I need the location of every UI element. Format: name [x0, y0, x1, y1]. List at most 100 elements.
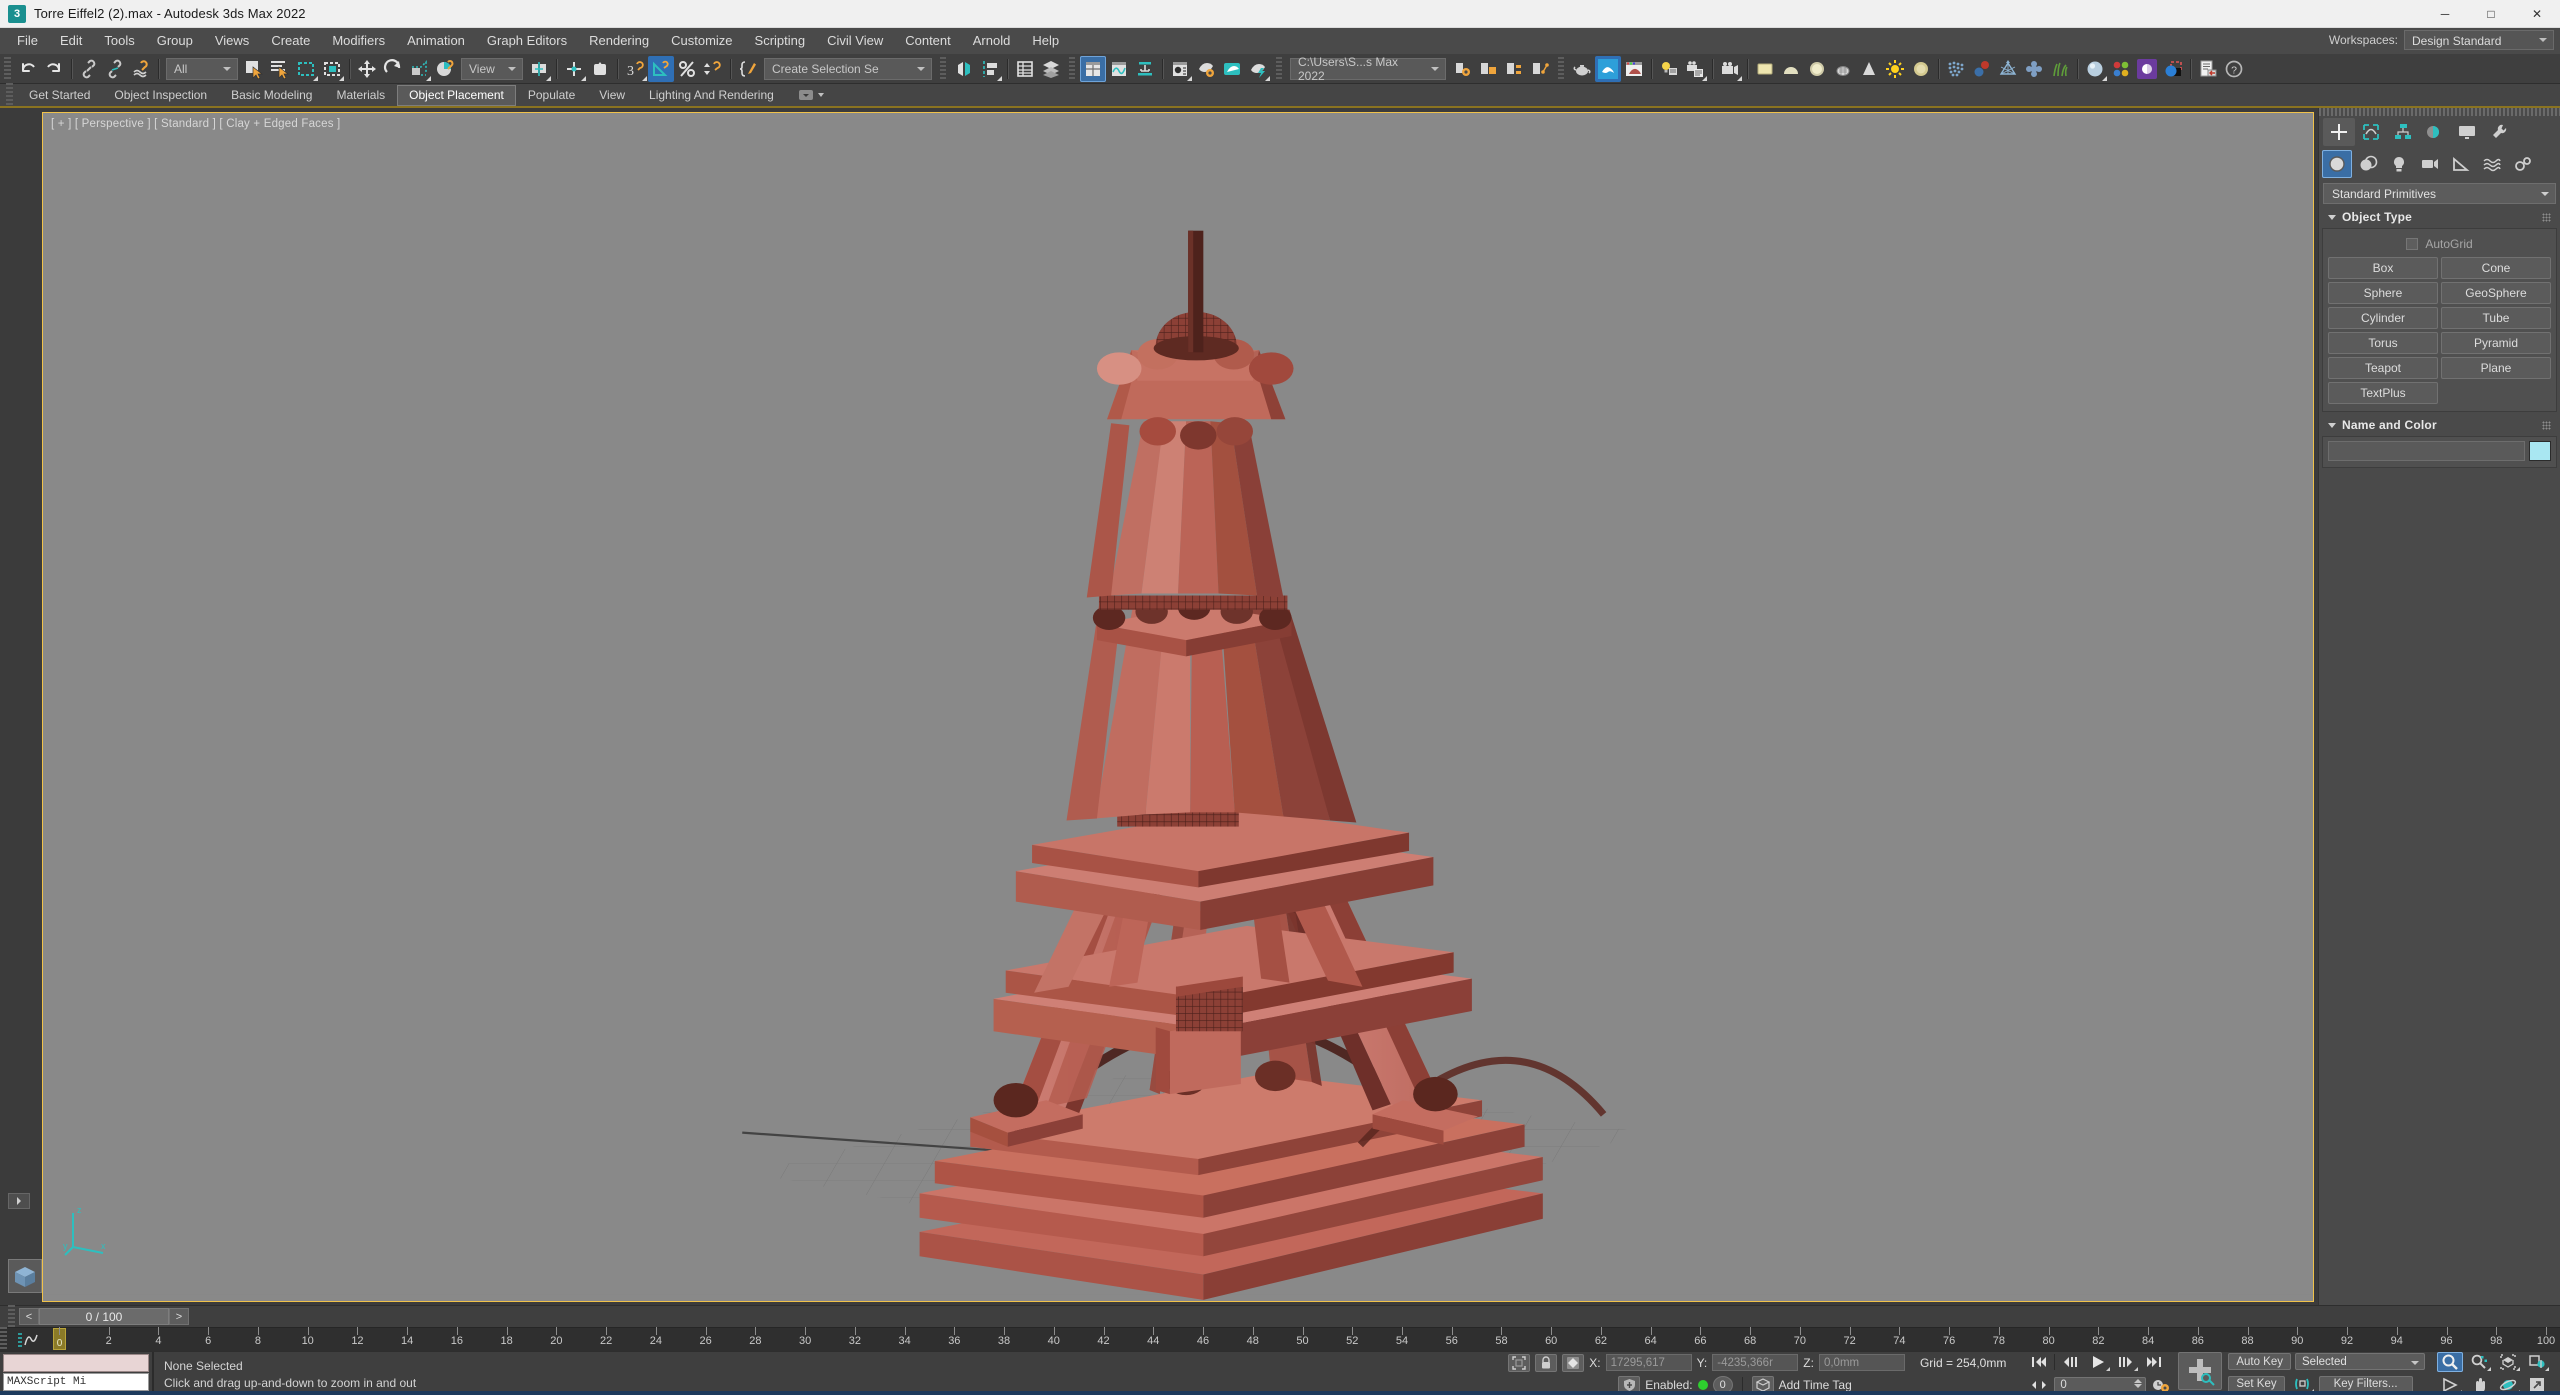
minimize-button[interactable]: ─ — [2422, 0, 2468, 28]
menu-graph-editors[interactable]: Graph Editors — [476, 29, 578, 53]
command-tab-utilities[interactable] — [2483, 118, 2515, 146]
add-time-tag-button[interactable]: Add Time Tag — [1779, 1378, 1852, 1392]
massfx-icon[interactable] — [1969, 56, 1995, 82]
ribbon-tab-materials[interactable]: Materials — [324, 85, 397, 106]
set-key-button[interactable]: Set Key — [2228, 1375, 2285, 1393]
menu-group[interactable]: Group — [146, 29, 204, 53]
coord-z-field[interactable]: 0,0mm — [1818, 1354, 1905, 1371]
maxscript-input-pane[interactable]: MAXScript Mi — [3, 1373, 149, 1391]
toggle-scene-explorer-icon[interactable] — [1080, 55, 1106, 82]
menu-civil-view[interactable]: Civil View — [816, 29, 894, 53]
object-color-swatch[interactable] — [2529, 441, 2551, 461]
render-setup-icon[interactable] — [1193, 56, 1219, 82]
particle-flow-icon[interactable] — [1943, 56, 1969, 82]
previous-frame-icon[interactable] — [2057, 1352, 2083, 1372]
go-to-start-icon[interactable] — [2026, 1352, 2052, 1372]
ribbon-tab-object-inspection[interactable]: Object Inspection — [102, 85, 219, 106]
auto-key-button[interactable]: Auto Key — [2228, 1353, 2291, 1370]
next-frame-button[interactable]: > — [169, 1308, 189, 1325]
coord-y-field[interactable]: -4235,366r — [1712, 1354, 1799, 1371]
open-project-folder-icon[interactable] — [1475, 56, 1501, 82]
command-tab-hierarchy[interactable] — [2387, 118, 2419, 146]
material-slot-cone-icon[interactable] — [1856, 56, 1882, 82]
create-shapes-button[interactable] — [2353, 150, 2383, 178]
selection-filter-dropdown[interactable]: All — [166, 57, 238, 80]
menu-animation[interactable]: Animation — [396, 29, 476, 53]
render-to-texture-icon[interactable] — [1621, 56, 1647, 82]
material-sphere-preview-icon[interactable] — [2082, 56, 2108, 82]
menu-customize[interactable]: Customize — [660, 29, 743, 53]
object-type-rollout-header[interactable]: Object Type — [2322, 208, 2557, 226]
zoom-all-icon[interactable] — [2466, 1352, 2492, 1372]
create-cameras-button[interactable] — [2415, 150, 2445, 178]
spinner-snap-toggle-icon[interactable] — [700, 56, 726, 82]
command-tab-display[interactable] — [2451, 118, 2483, 146]
menu-tools[interactable]: Tools — [93, 29, 145, 53]
command-tab-modify[interactable] — [2355, 118, 2387, 146]
create-helpers-button[interactable] — [2446, 150, 2476, 178]
material-slot-sphere-icon[interactable] — [1804, 56, 1830, 82]
material-editor-icon[interactable] — [1167, 56, 1193, 82]
object-category-dropdown[interactable]: Standard Primitives — [2323, 183, 2556, 204]
maxscript-output-pane[interactable] — [3, 1354, 149, 1372]
select-and-place-icon[interactable] — [432, 56, 458, 82]
project-folder-dropdown[interactable]: C:\Users\S...s Max 2022 — [1290, 55, 1446, 83]
scene-explorer-icon[interactable] — [1038, 56, 1064, 82]
sun-positioner-icon[interactable] — [1882, 56, 1908, 82]
create-torus-button[interactable]: Torus — [2328, 332, 2438, 354]
named-selection-sets-dropdown[interactable]: Create Selection Se — [764, 57, 932, 80]
layer-explorer-icon[interactable] — [1012, 56, 1038, 82]
menu-modifiers[interactable]: Modifiers — [321, 29, 396, 53]
coord-x-field[interactable]: 17295,617 — [1605, 1354, 1692, 1371]
open-explorer-settings-icon[interactable] — [1449, 56, 1475, 82]
viewport-label[interactable]: [ + ] [ Perspective ] [ Standard ] [ Cla… — [51, 118, 340, 130]
create-cone-button[interactable]: Cone — [2441, 257, 2551, 279]
command-tab-motion[interactable] — [2419, 118, 2451, 146]
align-icon[interactable] — [977, 56, 1003, 82]
timeline-ruler[interactable]: 0 2 4 6 8 10 12 14 16 18 20 22 24 26 28 30 32 34 36 38 40 42… — [45, 1327, 2560, 1351]
create-cylinder-button[interactable]: Cylinder — [2328, 307, 2438, 329]
rectangular-selection-region-icon[interactable] — [293, 56, 319, 82]
time-slider-grip[interactable] — [8, 1304, 15, 1329]
mirror-icon[interactable] — [951, 56, 977, 82]
zoom-extents-icon[interactable] — [2495, 1352, 2521, 1372]
create-space-warps-button[interactable] — [2477, 150, 2507, 178]
viewport-expand-button[interactable] — [8, 1193, 30, 1209]
key-filters-button[interactable]: Key Filters... — [2318, 1375, 2413, 1393]
select-and-link-icon[interactable] — [76, 56, 102, 82]
current-frame-display[interactable]: 0 / 100 — [39, 1308, 169, 1325]
create-box-button[interactable]: Box — [2328, 257, 2438, 279]
create-lights-button[interactable] — [2384, 150, 2414, 178]
play-animation-icon[interactable] — [2085, 1352, 2111, 1372]
select-and-move-icon[interactable] — [354, 56, 380, 82]
create-camera-from-view-icon[interactable] — [1717, 56, 1743, 82]
percent-snap-toggle-icon[interactable] — [674, 56, 700, 82]
go-to-end-icon[interactable] — [2141, 1352, 2167, 1372]
ribbon-tab-get-started[interactable]: Get Started — [17, 85, 102, 106]
command-tab-create[interactable] — [2323, 118, 2355, 146]
set-key-big-button[interactable] — [2178, 1352, 2223, 1390]
previous-frame-button[interactable]: < — [19, 1308, 39, 1325]
create-geosphere-button[interactable]: GeoSphere — [2441, 282, 2551, 304]
perspective-viewport[interactable]: [ + ] [ Perspective ] [ Standard ] [ Cla… — [42, 112, 2314, 1302]
bind-to-space-warp-icon[interactable] — [128, 56, 154, 82]
selection-lock-toggle-icon[interactable] — [1535, 1353, 1558, 1372]
maximize-button[interactable]: □ — [2468, 0, 2514, 28]
select-and-manipulate-icon[interactable] — [561, 56, 587, 82]
ribbon-tab-lighting-and-rendering[interactable]: Lighting And Rendering — [637, 85, 786, 106]
help-icon[interactable]: ? — [2221, 56, 2247, 82]
object-name-input[interactable] — [2328, 441, 2525, 461]
unlink-selection-icon[interactable] — [102, 56, 128, 82]
scene-report-icon[interactable] — [2195, 56, 2221, 82]
key-mode-dropdown[interactable]: Selected — [2295, 1353, 2425, 1370]
asset-tracking-icon[interactable] — [1501, 56, 1527, 82]
schematic-view-icon[interactable] — [1132, 56, 1158, 82]
material-slot-plane-icon[interactable] — [1752, 56, 1778, 82]
ribbon-grip[interactable] — [6, 83, 13, 107]
render-production-icon[interactable] — [1245, 56, 1271, 82]
material-library-icon[interactable] — [2108, 56, 2134, 82]
track-bar-grip[interactable] — [0, 1327, 7, 1351]
spinner-arrows-icon[interactable] — [2134, 1378, 2143, 1388]
create-sphere-button[interactable]: Sphere — [2328, 282, 2438, 304]
snaps-toggle-icon[interactable] — [587, 56, 613, 82]
